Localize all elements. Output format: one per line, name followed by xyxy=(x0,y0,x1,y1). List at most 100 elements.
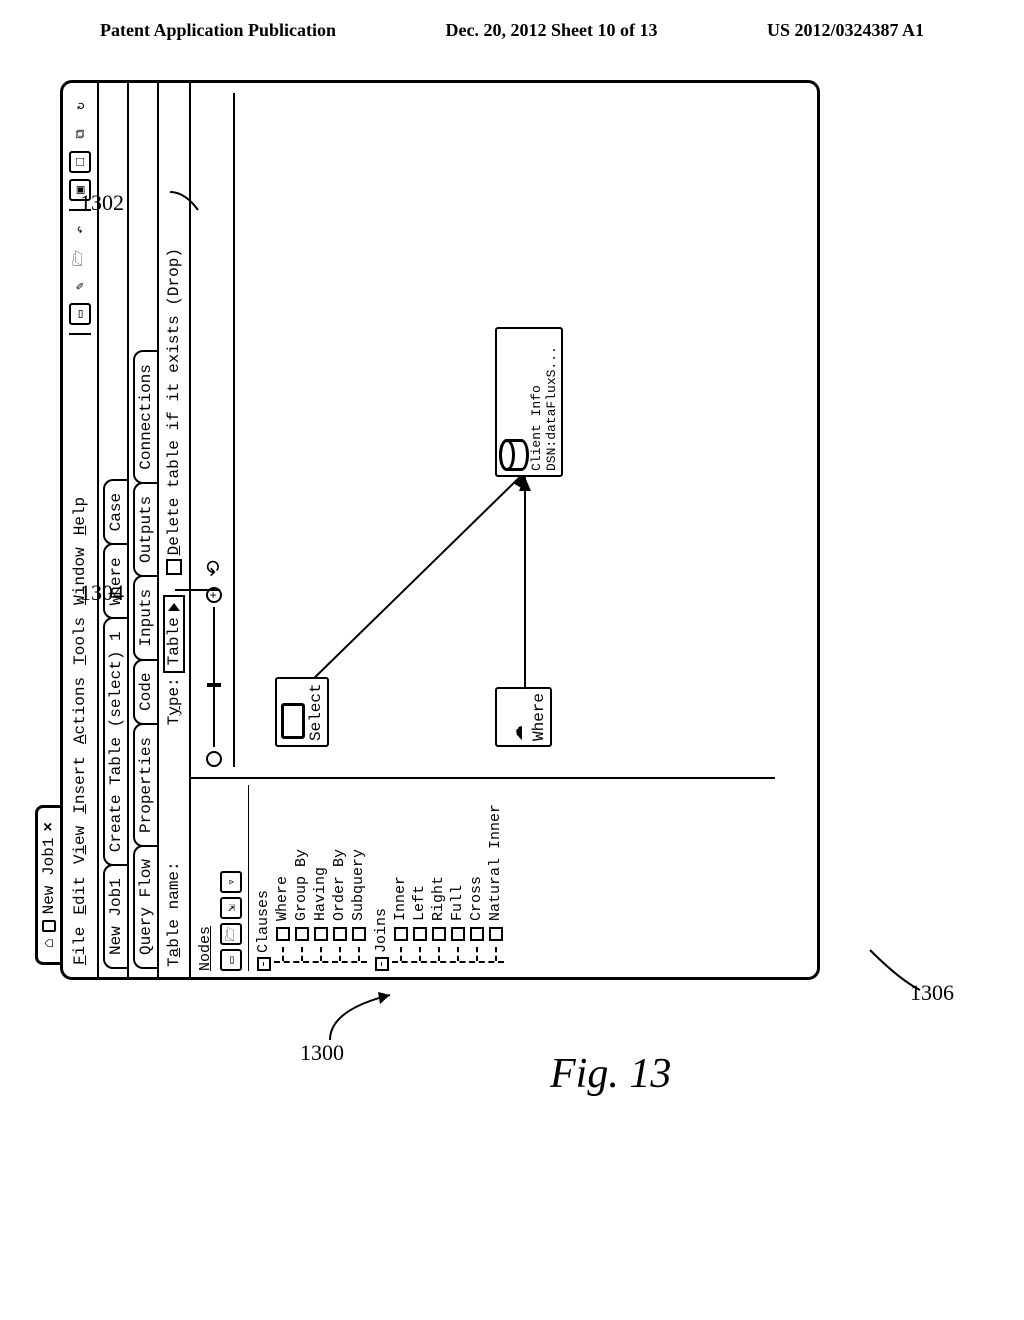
canvas-toolbar: + ⟲ xyxy=(201,93,235,767)
node-icon xyxy=(333,927,347,941)
panel-icon-2[interactable]: 🗁 xyxy=(220,923,242,945)
type-label: Type: xyxy=(165,677,183,725)
tree-item-where[interactable]: Where xyxy=(274,785,291,961)
type-combo[interactable]: Table xyxy=(163,595,185,673)
nodes-tree: - Clauses Where Group By Having Order By… xyxy=(255,785,504,971)
header-right: US 2012/0324387 A1 xyxy=(767,20,924,41)
node-icon xyxy=(352,927,366,941)
flow-diagram: Select ☁ Where Client Info DSN:dataFluxS… xyxy=(245,93,645,767)
tree-item-left[interactable]: Left xyxy=(411,785,428,961)
menu-view[interactable]: View xyxy=(71,826,89,864)
nodes-toolbar: ▭ 🗁 ⇲ ▿ xyxy=(218,785,249,971)
node-label: Where xyxy=(530,693,548,741)
nodes-title: Nodes xyxy=(197,785,214,971)
window-tab[interactable]: ⌂ New Job1 × xyxy=(35,805,60,965)
database-icon xyxy=(499,439,529,471)
callout-1302: 1302 xyxy=(80,180,190,216)
figure-caption: Fig. 13 xyxy=(550,1050,671,1098)
query-canvas[interactable]: + ⟲ Select ☁ xyxy=(191,83,775,777)
node-icon xyxy=(295,927,309,941)
table-icon xyxy=(281,703,305,739)
tab-new-job[interactable]: New Job1 xyxy=(103,864,127,969)
tab-connections[interactable]: Connections xyxy=(133,350,157,484)
callout-1300: 1300 xyxy=(300,1040,344,1066)
figure-area: ⌂ New Job1 × File Edit View Insert Actio… xyxy=(130,150,890,1050)
menu-actions[interactable]: Actions xyxy=(71,677,89,744)
collapse-icon[interactable]: - xyxy=(375,957,389,971)
toolbar-icon-2[interactable]: ✎ xyxy=(69,275,91,297)
page-header: Patent Application Publication Dec. 20, … xyxy=(0,0,1024,61)
tree-item-inner[interactable]: Inner xyxy=(392,785,409,961)
filter-icon: ☁ xyxy=(499,693,530,741)
primary-tabs: New Job1 Create Table (select) 1 Where C… xyxy=(99,83,129,977)
node-where[interactable]: ☁ Where xyxy=(495,687,552,747)
type-field: Type: Table xyxy=(163,595,185,725)
toolbar-icon-3[interactable]: 🗁 xyxy=(69,247,91,269)
joins-label: Joins xyxy=(373,908,390,953)
tab-properties[interactable]: Properties xyxy=(133,723,157,847)
menu-insert[interactable]: Insert xyxy=(71,756,89,814)
secondary-tabs: Query Flow Properties Code Inputs Output… xyxy=(129,83,159,977)
toolbar-icon-4[interactable]: ↶ xyxy=(69,219,91,241)
delete-checkbox-field[interactable]: Delete table if it exists (Drop) xyxy=(165,248,183,575)
tree-item-groupby[interactable]: Group By xyxy=(293,785,310,961)
node-icon xyxy=(276,927,290,941)
tab-create-table[interactable]: Create Table (select) 1 xyxy=(103,617,127,866)
menu-tools[interactable]: Tools xyxy=(71,617,89,665)
node-icon xyxy=(314,927,328,941)
tree-item-right[interactable]: Right xyxy=(430,785,447,961)
clauses-label: Clauses xyxy=(255,890,272,953)
node-icon xyxy=(470,927,484,941)
header-center: Dec. 20, 2012 Sheet 10 of 13 xyxy=(446,20,658,41)
slider-track[interactable] xyxy=(213,607,215,747)
zoom-slider[interactable]: + xyxy=(206,587,222,767)
tree-clauses[interactable]: - Clauses xyxy=(255,785,272,971)
close-icon[interactable]: × xyxy=(40,822,58,832)
tab-outputs[interactable]: Outputs xyxy=(133,482,157,577)
connections xyxy=(245,93,645,767)
node-icon xyxy=(413,927,427,941)
menu-help[interactable]: Help xyxy=(71,497,89,535)
panel-icon-1[interactable]: ▭ xyxy=(220,949,242,971)
tree-joins[interactable]: - Joins xyxy=(373,785,390,971)
home-icon[interactable]: ⌂ xyxy=(40,938,58,948)
slider-thumb[interactable] xyxy=(207,683,221,687)
node-label: Select xyxy=(307,683,325,741)
delete-label: Delete table if it exists (Drop) xyxy=(165,248,183,555)
tab-code[interactable]: Code xyxy=(133,659,157,725)
tree-item-cross[interactable]: Cross xyxy=(468,785,485,961)
node-icon xyxy=(451,927,465,941)
menu-file[interactable]: File xyxy=(71,927,89,965)
checkbox-icon[interactable] xyxy=(166,559,182,575)
properties-bar: Table name: Type: Table Delete table if … xyxy=(159,83,191,977)
node-label: Client Info DSN:dataFluxS... xyxy=(529,333,559,471)
undo-icon[interactable]: ⟲ xyxy=(201,560,227,577)
tree-item-subquery[interactable]: Subquery xyxy=(350,785,367,961)
toolbar-icon-6[interactable]: □ xyxy=(69,151,91,173)
toolbar: ▭ ✎ 🗁 ↶ ▣ □ ⧉ ↻ xyxy=(69,95,91,337)
node-select[interactable]: Select xyxy=(275,677,329,747)
document-icon xyxy=(42,920,56,932)
tab-case[interactable]: Case xyxy=(103,479,127,545)
menu-edit[interactable]: Edit xyxy=(71,876,89,914)
tab-query-flow[interactable]: Query Flow xyxy=(133,845,157,969)
window-tab-title: New Job1 xyxy=(40,838,58,915)
node-icon xyxy=(432,927,446,941)
menu-bar: File Edit View Insert Actions Tools Wind… xyxy=(63,83,99,977)
panel-icon-4[interactable]: ▿ xyxy=(220,871,242,893)
content-row: Nodes ▭ 🗁 ⇲ ▿ - Clauses Where Group By xyxy=(191,83,775,977)
toolbar-icon-7[interactable]: ⧉ xyxy=(69,123,91,145)
callout-1306: 1306 xyxy=(910,980,954,1006)
tree-item-having[interactable]: Having xyxy=(312,785,329,961)
node-client-info[interactable]: Client Info DSN:dataFluxS... xyxy=(495,327,563,477)
tree-item-orderby[interactable]: Order By xyxy=(331,785,348,961)
refresh-icon[interactable]: ↻ xyxy=(69,95,91,117)
callout-1304: 1304 xyxy=(80,580,210,606)
zoom-out-icon[interactable] xyxy=(206,751,222,767)
toolbar-icon-1[interactable]: ▭ xyxy=(69,303,91,325)
collapse-icon[interactable]: - xyxy=(257,957,271,971)
tree-item-full[interactable]: Full xyxy=(449,785,466,961)
tree-item-natural-inner[interactable]: Natural Inner xyxy=(487,785,504,961)
panel-icon-3[interactable]: ⇲ xyxy=(220,897,242,919)
type-value: Table xyxy=(165,617,183,665)
